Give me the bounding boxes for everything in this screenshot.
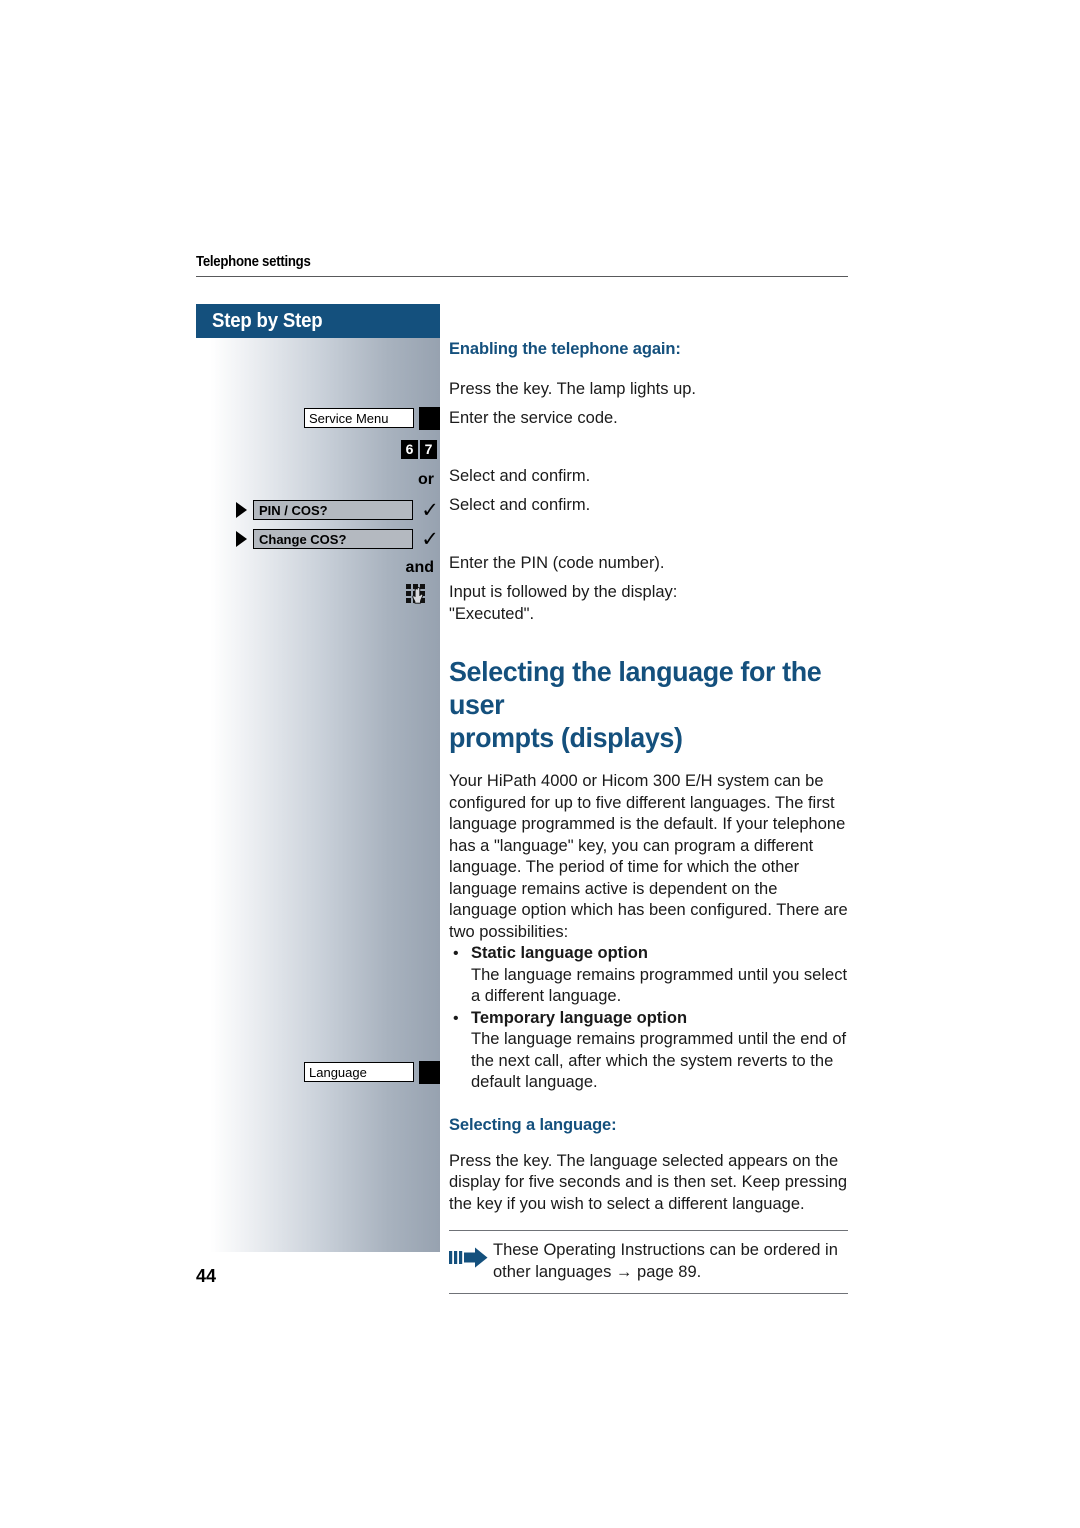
digit-key-7[interactable]: 7: [420, 439, 437, 459]
page-title-line-1: Selecting the language for the user: [449, 656, 822, 720]
result-note-line-2: "Executed".: [449, 605, 535, 623]
menu-option-change-cos-label: Change COS?: [253, 529, 413, 549]
running-head: Telephone settings: [196, 253, 848, 277]
select-triangle-icon: [236, 502, 247, 518]
language-key-row: Language: [304, 1060, 440, 1084]
result-note-line-1: Input is followed by the display:: [449, 583, 678, 601]
bullet-marker: •: [453, 1009, 459, 1027]
language-options-list: • Static language option The language re…: [449, 943, 848, 1094]
service-code-row: 6 7: [401, 437, 437, 461]
confirm-check-icon[interactable]: ✓: [420, 500, 440, 521]
intro-paragraph: Your HiPath 4000 or Hicom 300 E/H system…: [449, 772, 848, 941]
step-text-enter-pin: Enter the PIN (code number).: [449, 554, 665, 572]
menu-option-change-cos[interactable]: Change COS? ✓: [236, 529, 440, 550]
section-heading-enabling: Enabling the telephone again:: [449, 340, 681, 358]
select-triangle-icon: [236, 531, 247, 547]
keypad-dial-icon[interactable]: [405, 583, 427, 607]
menu-option-row-pin-cos: PIN / COS? ✓: [236, 498, 440, 522]
step-text-press-key: Press the key. The lamp lights up.: [449, 380, 697, 398]
bullet-title-temporary: Temporary language option: [471, 1008, 688, 1027]
bullet-marker: •: [453, 945, 459, 962]
running-head-rule: [196, 276, 848, 277]
service-menu-key[interactable]: Service Menu: [304, 406, 440, 430]
page-number: 44: [196, 1266, 217, 1286]
service-code-digit-keys[interactable]: 6 7: [401, 439, 437, 459]
step-text-service-code: Enter the service code.: [449, 409, 618, 427]
reference-note-box: These Operating Instructions can be orde…: [449, 1230, 848, 1294]
content-column: Enabling the telephone again: Press the …: [449, 340, 848, 1294]
step-by-step-sidebar: Step by Step Service Menu 6 7 or PIN / C…: [196, 304, 440, 1252]
page-title: Selecting the language for the user prom…: [449, 655, 832, 754]
menu-option-row-change-cos: Change COS? ✓: [236, 527, 440, 551]
running-head-text: Telephone settings: [196, 253, 311, 270]
sidebar-header: Step by Step: [196, 304, 440, 338]
bullet-text-static: The language remains programmed until yo…: [471, 965, 848, 1006]
connector-or: or: [418, 471, 434, 488]
reference-note-text: These Operating Instructions can be orde…: [493, 1241, 838, 1281]
service-menu-key-label: Service Menu: [304, 408, 414, 428]
sidebar-header-label: Step by Step: [212, 309, 323, 332]
service-menu-key-row: Service Menu: [304, 406, 440, 430]
connector-or-row: or: [418, 468, 436, 492]
step-text-select-confirm-1: Select and confirm.: [449, 467, 591, 485]
arrow-reference-icon: [449, 1240, 493, 1276]
digit-key-6[interactable]: 6: [401, 439, 418, 459]
language-key-label: Language: [304, 1062, 414, 1082]
bullet-text-temporary: The language remains programmed until th…: [471, 1030, 847, 1091]
list-item: • Static language option The language re…: [449, 943, 848, 1008]
menu-option-pin-cos[interactable]: PIN / COS? ✓: [236, 500, 440, 521]
list-item: • Temporary language option The language…: [449, 1008, 848, 1094]
sidebar-body: Service Menu 6 7 or PIN / COS? ✓ Change …: [196, 338, 440, 1252]
led-lamp-icon: [419, 1060, 440, 1084]
step-text-select-confirm-2: Select and confirm.: [449, 496, 591, 514]
connector-and: and: [405, 559, 434, 576]
section-heading-selecting: Selecting a language:: [449, 1115, 617, 1134]
led-lamp-icon: [419, 406, 440, 430]
keypad-row: [405, 583, 427, 607]
bullet-title-static: Static language option: [471, 944, 648, 962]
connector-and-row: and: [406, 556, 436, 580]
page-title-line-2: prompts (displays): [449, 722, 683, 753]
language-key[interactable]: Language: [304, 1060, 440, 1084]
select-language-paragraph: Press the key. The language selected app…: [449, 1151, 848, 1213]
menu-option-pin-cos-label: PIN / COS?: [253, 500, 413, 520]
confirm-check-icon[interactable]: ✓: [420, 529, 440, 550]
